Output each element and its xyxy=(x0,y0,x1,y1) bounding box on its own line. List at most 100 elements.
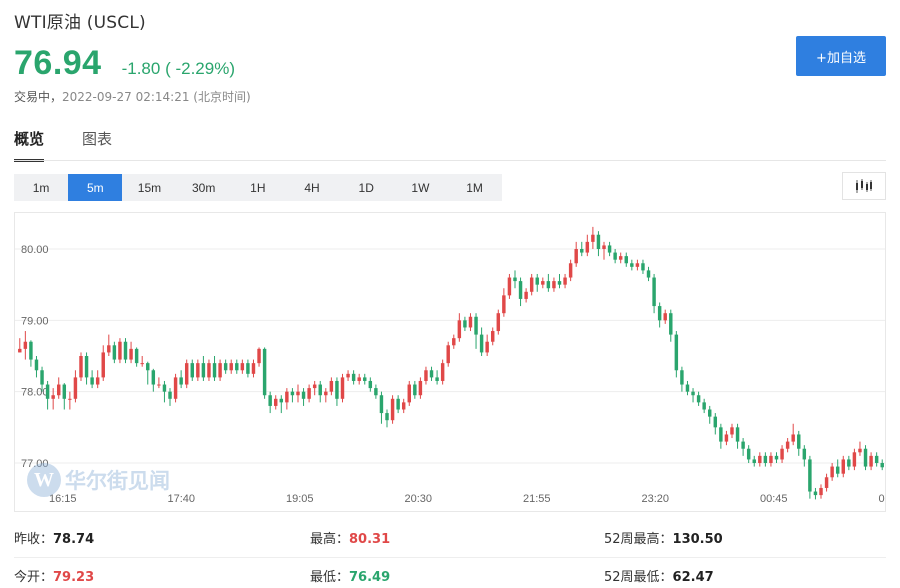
candle-body xyxy=(68,398,72,400)
watermark: W 华尔街见闻 xyxy=(27,463,170,497)
candle-body xyxy=(385,413,389,421)
candle-body xyxy=(34,359,39,371)
candle-body xyxy=(702,402,706,410)
interval-1w[interactable]: 1W xyxy=(393,174,447,201)
candle-body xyxy=(874,455,879,463)
x-tick-label: 19:05 xyxy=(286,493,314,505)
candle-body xyxy=(869,455,873,467)
candle-body xyxy=(329,380,334,392)
candle-body xyxy=(179,377,183,385)
candle-body xyxy=(518,281,523,299)
candle-body xyxy=(652,277,656,307)
candle-body xyxy=(95,377,100,385)
tab-bar: 概览 图表 xyxy=(14,128,150,162)
candle-body xyxy=(746,448,751,460)
interval-1m[interactable]: 1m xyxy=(14,174,68,201)
interval-1mo[interactable]: 1M xyxy=(448,174,502,201)
interval-15m[interactable]: 15m xyxy=(122,174,176,201)
price-change: -1.80 ( -2.29%) xyxy=(121,59,235,78)
candle-body xyxy=(630,263,634,267)
candle-body xyxy=(40,370,44,385)
tab-chart[interactable]: 图表 xyxy=(82,128,112,162)
candle-body xyxy=(235,363,239,371)
candle-body xyxy=(157,384,161,386)
candle-body xyxy=(184,363,189,385)
candle-body xyxy=(607,245,612,253)
candle-body xyxy=(390,398,395,421)
candle-body xyxy=(680,370,684,385)
tab-overview[interactable]: 概览 xyxy=(14,128,45,162)
candle-body xyxy=(507,277,512,296)
interval-30m[interactable]: 30m xyxy=(177,174,231,201)
candle-body xyxy=(146,363,150,371)
last-price: 76.94 xyxy=(14,44,102,82)
candle-body xyxy=(741,441,745,449)
candle-body xyxy=(251,363,256,374)
candle-body xyxy=(457,320,462,339)
stats-panel: 昨收：78.74 最高：80.31 52周最高：130.50 今开：79.23 … xyxy=(14,520,886,588)
candle-body xyxy=(229,363,233,371)
candle-body xyxy=(691,391,695,396)
candle-body xyxy=(535,277,539,285)
candle-body xyxy=(62,384,67,399)
candle-body xyxy=(502,295,506,314)
candle-body xyxy=(663,313,667,321)
candle-body xyxy=(596,234,601,249)
candle-body xyxy=(18,348,22,353)
stats-row: 今开：79.23 最低：76.49 52周最低：62.47 xyxy=(14,558,886,588)
candle-body xyxy=(84,356,89,378)
candle-body xyxy=(491,331,495,342)
interval-selector: 1m 5m 15m 30m 1H 4H 1D 1W 1M xyxy=(14,174,502,201)
candle-body xyxy=(340,377,345,399)
status-label: 交易中， xyxy=(14,90,63,104)
candle-body xyxy=(808,459,812,492)
candle-body xyxy=(57,384,61,396)
interval-4h[interactable]: 4H xyxy=(285,174,339,201)
stat-high: 最高：80.31 xyxy=(310,532,391,547)
candle-body xyxy=(101,352,105,378)
trading-status: 交易中，2022-09-27 02:14:21 (北京时间) xyxy=(14,88,251,105)
candle-body xyxy=(529,277,534,292)
candle-body xyxy=(274,398,278,406)
interval-5m[interactable]: 5m xyxy=(68,174,123,201)
candle-body xyxy=(624,256,628,264)
candle-body xyxy=(112,345,117,360)
candle-body xyxy=(830,466,834,478)
candle-body xyxy=(824,477,829,488)
candle-body xyxy=(413,384,417,396)
stat-52w-low: 52周最低：62.47 xyxy=(604,570,714,585)
candle-body xyxy=(324,391,328,396)
candle-body xyxy=(674,334,679,371)
candle-body xyxy=(708,409,712,417)
candle-body xyxy=(207,363,211,378)
x-tick-label: 23:20 xyxy=(642,493,670,505)
chart-type-button[interactable] xyxy=(842,172,886,200)
candlestick-icon xyxy=(856,179,872,193)
candle-body xyxy=(357,377,361,381)
candle-body xyxy=(401,402,406,410)
candle-body xyxy=(785,441,790,449)
candle-body xyxy=(335,380,339,399)
interval-1h[interactable]: 1H xyxy=(231,174,285,201)
interval-1d[interactable]: 1D xyxy=(339,174,393,201)
candle-body xyxy=(591,234,595,242)
candle-body xyxy=(735,427,740,442)
candle-body xyxy=(774,455,779,460)
price-chart[interactable]: 80.00 79.00 78.00 77.00 16:15 17:40 19:05 20:30… xyxy=(14,212,886,512)
candle-body xyxy=(90,377,94,385)
add-to-watchlist-button[interactable]: +加自选 xyxy=(796,36,886,76)
candle-body xyxy=(429,370,434,378)
candle-body xyxy=(279,398,284,403)
candle-body xyxy=(496,313,501,332)
candle-body xyxy=(223,363,228,371)
price-row: 76.94 -1.80 ( -2.29%) xyxy=(14,44,235,83)
watermark-text: 华尔街见闻 xyxy=(65,468,170,493)
candle-body xyxy=(351,373,356,381)
candle-body xyxy=(452,338,456,346)
candle-body xyxy=(318,384,322,396)
candle-body xyxy=(880,463,884,468)
candle-body xyxy=(45,384,50,399)
candle-body xyxy=(524,291,528,299)
candle-body xyxy=(129,348,133,360)
candle-body xyxy=(463,320,467,328)
